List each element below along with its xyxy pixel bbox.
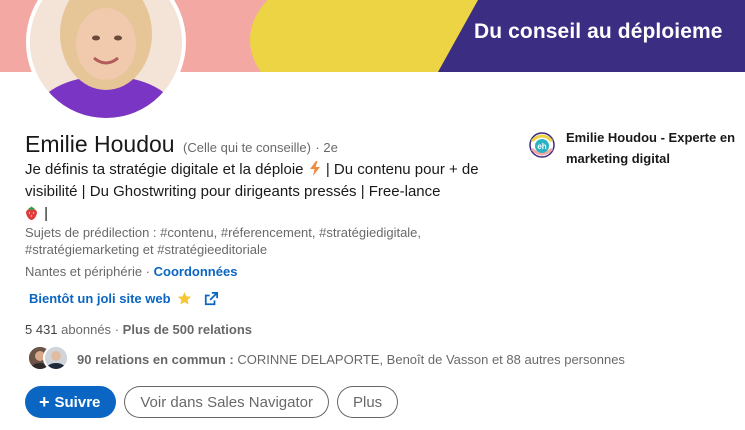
eh-logo-icon: eh: [529, 132, 555, 158]
profile-headline: Je définis ta stratégie digitale et la d…: [25, 159, 495, 225]
plus-icon: +: [39, 392, 50, 412]
contact-info-link[interactable]: Coordonnées: [154, 264, 238, 279]
mutual-connections[interactable]: 90 relations en commun : CORINNE DELAPOR…: [27, 345, 625, 373]
mutual-count: 90 relations en commun :: [77, 351, 234, 367]
banner-tagline: Du conseil au déploieme: [474, 20, 723, 43]
followers-count: 5 431: [25, 322, 58, 337]
sales-navigator-label: Voir dans Sales Navigator: [140, 393, 313, 411]
avatar-portrait: [30, 0, 182, 118]
sales-navigator-button[interactable]: Voir dans Sales Navigator: [124, 386, 329, 418]
follow-button[interactable]: + Suivre: [25, 386, 117, 418]
profile-stats: 5 431 abonnés · Plus de 500 relations: [25, 322, 252, 337]
lightning-icon: [309, 161, 320, 176]
company-name: Emilie Houdou - Experte en marketing dig…: [566, 130, 736, 166]
location-row: Nantes et périphérie · Coordonnées: [25, 264, 237, 279]
more-label: Plus: [352, 393, 383, 411]
stats-separator: ·: [114, 322, 120, 337]
mutual-text: 90 relations en commun : CORINNE DELAPOR…: [77, 352, 625, 367]
strawberry-icon: [26, 206, 37, 220]
headline-text-3: |: [44, 205, 49, 222]
profile-name: Emilie Houdou: [25, 131, 175, 157]
profile-actions: + Suivre Voir dans Sales Navigator Plus: [25, 386, 399, 418]
mutual-names: CORINNE DELAPORTE, Benoît de Vasson et 8…: [237, 351, 625, 367]
current-company[interactable]: eh Emilie Houdou - Experte en marketing …: [528, 127, 745, 169]
headline-text-1: Je définis ta stratégie digitale et la d…: [25, 161, 304, 178]
name-row: Emilie Houdou (Celle qui te conseille) ·…: [25, 131, 338, 158]
mutual-avatars: [27, 345, 73, 373]
more-button[interactable]: Plus: [336, 386, 399, 418]
follow-label: Suivre: [54, 393, 101, 411]
mutual-avatar-2: [43, 345, 69, 371]
website-link[interactable]: Bientôt un joli site web: [29, 291, 218, 306]
star-icon: [177, 291, 191, 305]
followers-label[interactable]: abonnés: [61, 322, 111, 337]
location-text: Nantes et périphérie ·: [25, 264, 151, 279]
profile-topics: Sujets de prédilection : #contenu, #réfe…: [25, 225, 422, 257]
website-label: Bientôt un joli site web: [29, 291, 171, 306]
connection-degree: · 2e: [315, 140, 338, 155]
pronoun-note: (Celle qui te conseille): [183, 140, 311, 155]
connections-count[interactable]: Plus de 500 relations: [123, 322, 252, 337]
profile-avatar[interactable]: [26, 0, 186, 122]
external-link-icon: [204, 291, 218, 305]
svg-text:eh: eh: [537, 142, 546, 151]
